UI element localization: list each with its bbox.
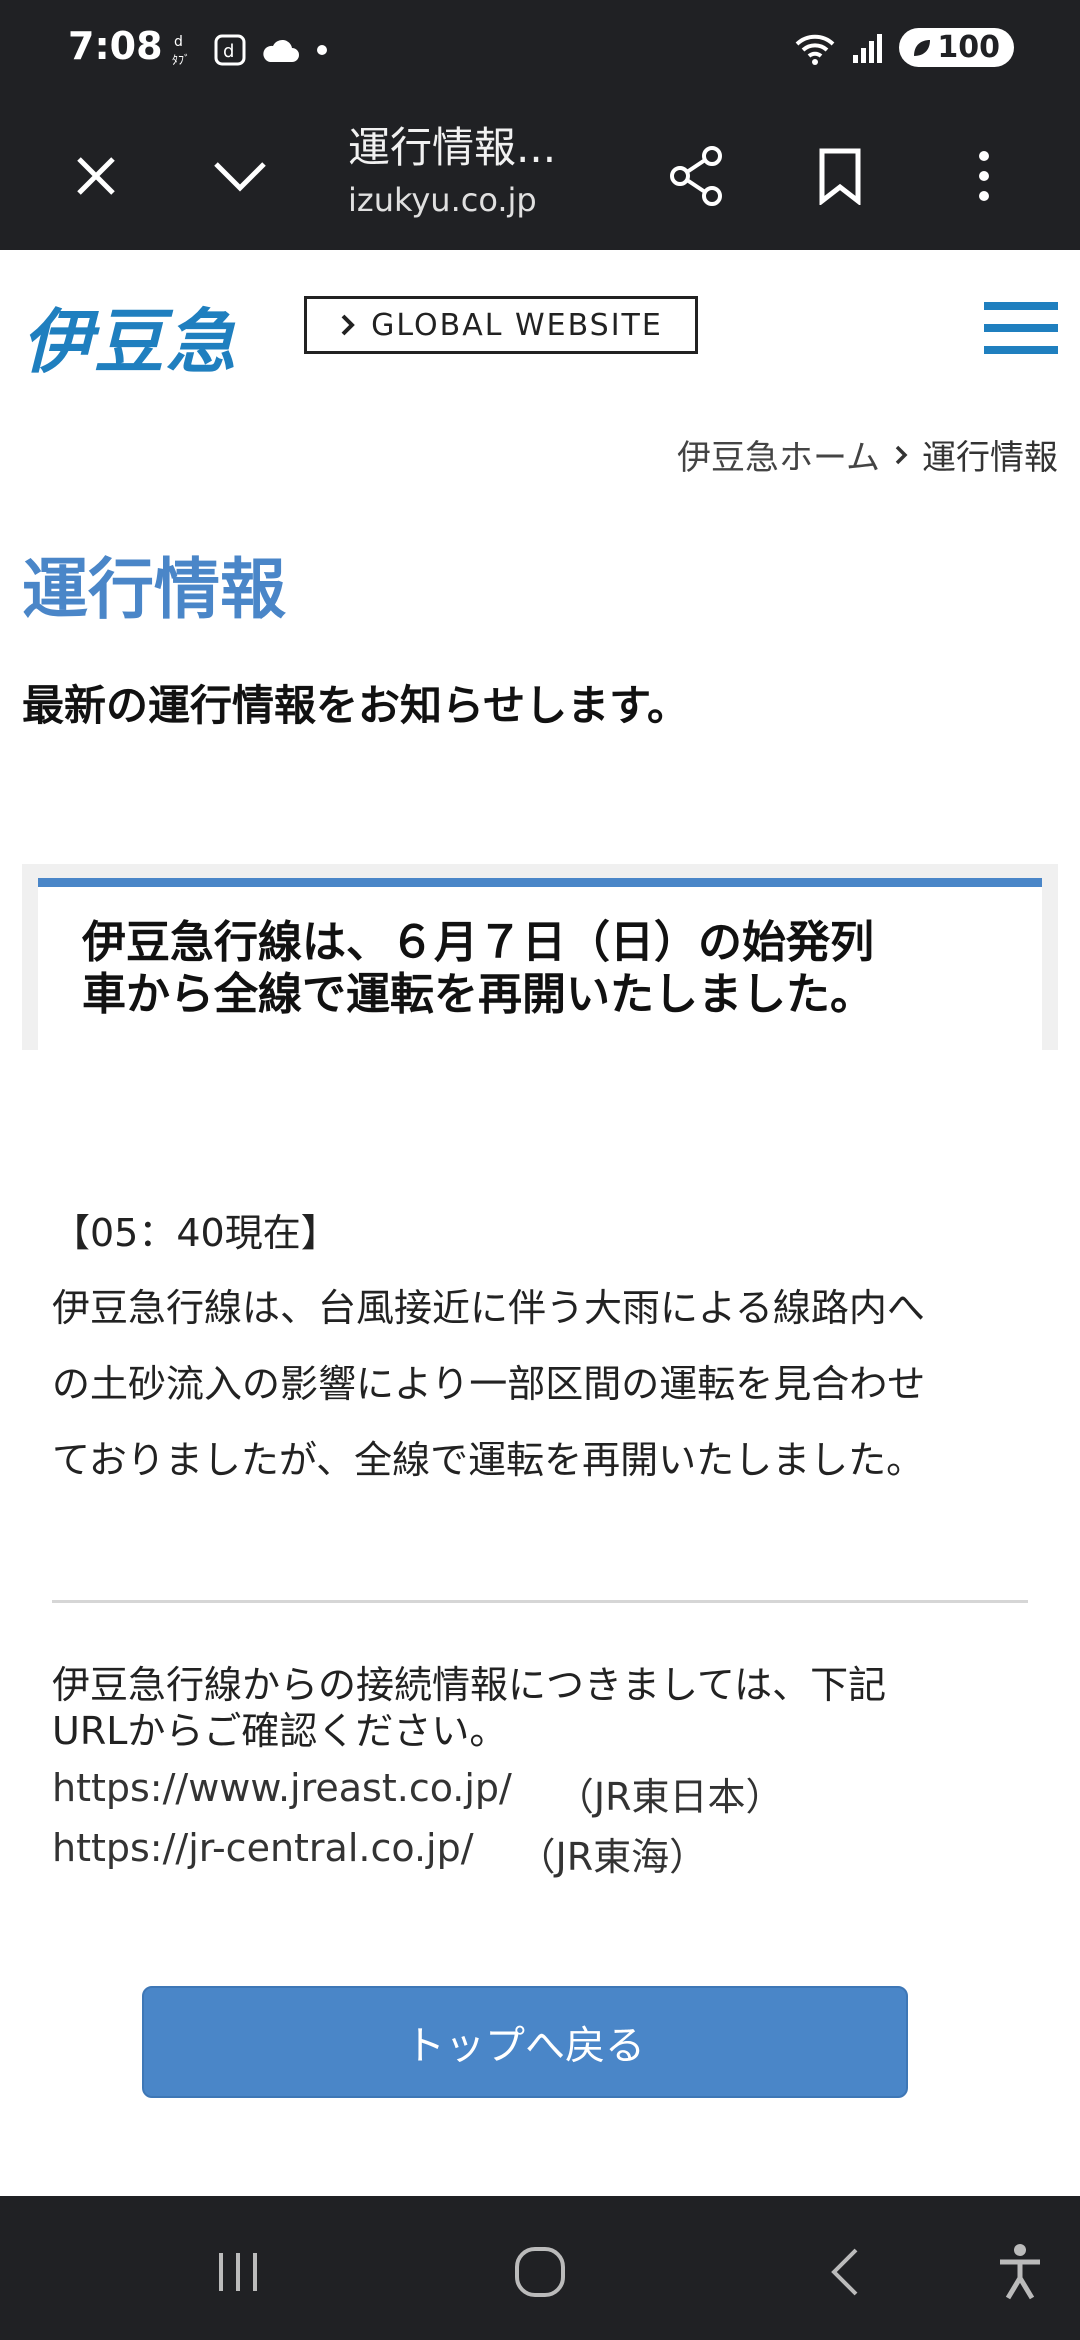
recent-apps-icon [219, 2253, 257, 2291]
status-bar: 7:08 d ﾀﾌﾞ d 100 [0, 0, 1080, 100]
dtv-icon: d ﾀﾌﾞ [172, 34, 190, 67]
connection-line: URLからご確認ください。 [52, 1709, 508, 1753]
notice-line: 伊豆急行線は、６月７日（日）の始発列 [82, 917, 874, 968]
site-header: 伊豆急 GLOBAL WEBSITE [0, 252, 1080, 402]
browser-page-title: 運行情報... [348, 123, 557, 172]
minimize-button[interactable] [200, 136, 280, 216]
share-button[interactable] [656, 136, 736, 216]
svg-text:d: d [223, 41, 234, 62]
close-icon [77, 157, 115, 195]
menu-icon-bar [984, 346, 1058, 354]
global-website-label: GLOBAL WEBSITE [371, 307, 663, 343]
more-vert-icon [979, 151, 989, 201]
link-row-jr-central: https://jr-central.co.jp/ （JR東海） [52, 1826, 707, 1881]
breadcrumb-current: 運行情報 [922, 438, 1058, 478]
update-line: の土砂流入の影響により一部区間の運転を見合わせ [52, 1362, 926, 1406]
battery-indicator: 100 [899, 28, 1014, 67]
chevron-right-icon [895, 445, 908, 464]
notice-content: 伊豆急行線は、６月７日（日）の始発列 車から全線で運転を再開いたしました。 [38, 878, 1042, 1050]
chevron-down-icon [214, 162, 266, 192]
menu-icon-bar [984, 302, 1058, 310]
divider [52, 1600, 1028, 1603]
cloud-icon [263, 39, 299, 62]
status-icons-right: 100 [793, 28, 1014, 67]
connection-info-text: 伊豆急行線からの接続情報につきましては、下記 URLからご確認ください。 [52, 1662, 1042, 1754]
home-icon [515, 2247, 565, 2297]
status-icons-left: d ﾀﾌﾞ d [170, 30, 330, 70]
update-time-label: 【05：40現在】 [52, 1211, 339, 1255]
accessibility-button[interactable] [980, 2232, 1060, 2312]
battery-leaf-icon [914, 39, 931, 56]
connection-line: 伊豆急行線からの接続情報につきましては、下記 [52, 1663, 887, 1707]
global-website-button[interactable]: GLOBAL WEBSITE [304, 296, 698, 354]
menu-icon-bar [984, 324, 1058, 332]
svg-text:ﾀﾌﾞ: ﾀﾌﾞ [172, 53, 190, 67]
system-nav-bar [0, 2196, 1080, 2340]
update-body: 伊豆急行線は、台風接近に伴う大雨による線路内へ の土砂流入の影響により一部区間の… [52, 1270, 1042, 1498]
status-time: 7:08 [68, 24, 163, 68]
izukyu-logo[interactable]: 伊豆急 [22, 286, 238, 387]
share-icon [670, 146, 722, 206]
chevron-right-icon [341, 314, 355, 336]
back-icon [831, 2248, 858, 2296]
browser-domain: izukyu.co.jp [348, 181, 537, 219]
svg-text:d: d [174, 34, 183, 50]
update-line: ておりましたが、全線で運転を再開いたしました。 [52, 1438, 925, 1482]
bookmark-button[interactable] [800, 136, 880, 216]
breadcrumb-home-link[interactable]: 伊豆急ホーム [677, 430, 880, 479]
wifi-icon [795, 34, 835, 65]
page-title: 運行情報 [22, 551, 286, 628]
jr-central-label: （JR東海） [517, 1835, 708, 1879]
accessibility-icon [1000, 2244, 1040, 2300]
menu-button[interactable] [984, 302, 1058, 362]
notice-box: 伊豆急行線は、６月７日（日）の始発列 車から全線で運転を再開いたしました。 [22, 864, 1058, 1050]
browser-toolbar: 運行情報... izukyu.co.jp [0, 100, 1080, 250]
page-lead: 最新の運行情報をお知らせします。 [22, 681, 689, 730]
browser-title-block[interactable]: 運行情報... izukyu.co.jp [348, 118, 556, 222]
signal-icon [853, 33, 883, 63]
recent-apps-button[interactable] [198, 2232, 278, 2312]
link-row-jr-east: https://www.jreast.co.jp/ （JR東日本） [52, 1766, 783, 1821]
back-to-top-button[interactable]: トップへ戻る [142, 1986, 908, 2098]
docomo-icon: d [214, 34, 246, 66]
jr-east-label: （JR東日本） [555, 1775, 784, 1819]
breadcrumb: 伊豆急ホーム 運行情報 [677, 430, 1058, 479]
jr-east-link[interactable]: https://www.jreast.co.jp/ [52, 1766, 512, 1821]
close-tab-button[interactable] [56, 136, 136, 216]
jr-central-link[interactable]: https://jr-central.co.jp/ [52, 1826, 474, 1881]
bookmark-icon [819, 148, 861, 205]
more-options-button[interactable] [944, 136, 1024, 216]
home-button[interactable] [500, 2232, 580, 2312]
dot-icon [317, 45, 327, 55]
notice-line: 車から全線で運転を再開いたしました。 [82, 969, 874, 1020]
back-button[interactable] [804, 2232, 884, 2312]
battery-level: 100 [937, 30, 1000, 65]
update-line: 伊豆急行線は、台風接近に伴う大雨による線路内へ [52, 1286, 925, 1330]
